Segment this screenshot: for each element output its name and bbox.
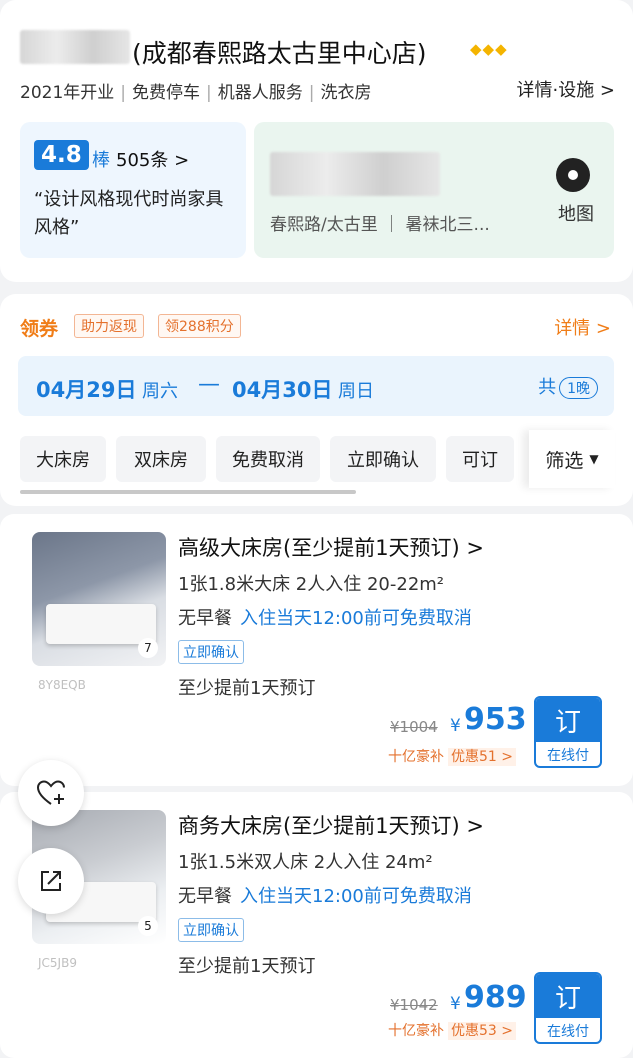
chip-king-bed[interactable]: 大床房 — [20, 436, 106, 482]
chip-twin-bed[interactable]: 双床房 — [116, 436, 206, 482]
night-count: 共 1晚 — [538, 373, 598, 399]
pay-online-label: 在线付 — [547, 748, 589, 764]
room-name[interactable]: 高级大床房(至少提前1天预订) > — [178, 532, 484, 562]
checkout-date: 04月30日 — [232, 378, 333, 402]
room-spec: 1张1.8米大床 2人入住 20-22m² — [178, 574, 445, 595]
tag-opened: 2021年开业 — [20, 83, 115, 103]
room-policy: 无早餐 入住当天12:00前可免费取消 — [178, 882, 472, 908]
facilities-link[interactable]: 详情·设施 > — [516, 76, 615, 102]
tag-robot: 机器人服务 — [217, 83, 303, 103]
review-quote: “设计风格现代时尚家具风格” — [34, 189, 224, 238]
blurred-hotel-name — [20, 30, 130, 64]
subsidy-label: 十亿豪补 — [388, 1023, 444, 1039]
room-spec: 1张1.5米双人床 2人入住 24m² — [178, 852, 433, 873]
discount-label: 优惠51 > — [448, 748, 516, 766]
subsidy-label: 十亿豪补 — [388, 749, 444, 765]
rating-grade: 棒 — [92, 150, 110, 171]
cancel-policy: 入住当天12:00前可免费取消 — [240, 608, 472, 629]
heart-plus-icon — [36, 780, 65, 805]
advance-booking-note: 至少提前1天预订 — [178, 678, 316, 699]
location-text: 春熙路/太古里 ｜ 暑袜北三... — [270, 215, 490, 235]
book-button[interactable]: 订 在线付 — [534, 972, 602, 1044]
share-button[interactable] — [18, 848, 84, 914]
room-policy: 无早餐 入住当天12:00前可免费取消 — [178, 604, 472, 630]
night-pill: 1晚 — [559, 377, 598, 399]
instant-confirm-badge: 立即确认 — [178, 640, 244, 664]
rating-score: 4.8 — [34, 140, 89, 170]
original-price: ¥1042 — [390, 996, 438, 1014]
room-code: JC5JB9 — [38, 956, 77, 970]
pay-online-label: 在线付 — [547, 1024, 589, 1040]
room-code: 8Y8EQB — [38, 678, 86, 692]
advance-booking-note: 至少提前1天预订 — [178, 956, 316, 977]
current-price: 989 — [464, 980, 527, 1015]
chip-available[interactable]: 可订 — [446, 436, 514, 482]
current-price: 953 — [464, 702, 527, 737]
hotel-tags: 2021年开业 | 免费停车 | 机器人服务 | 洗衣房 — [20, 83, 372, 103]
breakfast-info: 无早餐 — [178, 886, 232, 907]
map-panel[interactable]: 春熙路/太古里 ｜ 暑袜北三... 地图 — [254, 122, 614, 258]
currency-symbol: ¥ — [450, 994, 461, 1014]
book-label: 订 — [536, 698, 600, 742]
book-button[interactable]: 订 在线付 — [534, 696, 602, 768]
photo-count: 7 — [138, 638, 158, 658]
book-label: 订 — [536, 974, 600, 1018]
rating-panel[interactable]: 4.8 棒 505条 > “设计风格现代时尚家具风格” — [20, 122, 246, 258]
filter-label: 筛选 — [545, 449, 584, 472]
filter-button[interactable]: 筛选 ▼ — [529, 430, 615, 488]
hotel-title: (成都春熙路太古里中心店) — [132, 39, 427, 68]
room-name[interactable]: 商务大床房(至少提前1天预订) > — [178, 810, 484, 840]
night-prefix: 共 — [538, 377, 557, 398]
discount-label: 优惠53 > — [448, 1022, 516, 1040]
tag-parking: 免费停车 — [132, 83, 200, 103]
room-card[interactable]: 7 8Y8EQB 高级大床房(至少提前1天预订) > 1张1.8米大床 2人入住… — [0, 514, 633, 786]
original-price: ¥1004 — [390, 718, 438, 736]
checkout-weekday: 周日 — [338, 381, 374, 402]
cancel-policy: 入住当天12:00前可免费取消 — [240, 886, 472, 907]
favorite-button[interactable] — [18, 760, 84, 826]
coupon-tag-cashback[interactable]: 助力返现 — [74, 314, 144, 338]
blurred-address — [270, 152, 440, 196]
coupon-tag-points[interactable]: 领288积分 — [158, 314, 241, 338]
tag-laundry: 洗衣房 — [320, 83, 372, 103]
instant-confirm-badge: 立即确认 — [178, 918, 244, 942]
share-icon — [41, 871, 61, 891]
review-count: 505条 > — [116, 150, 190, 171]
chip-scrollbar[interactable] — [20, 490, 356, 494]
coupon-details-link[interactable]: 详情 > — [554, 314, 611, 340]
checkin-weekday: 周六 — [142, 381, 178, 402]
date-separator: — — [198, 372, 220, 397]
bed-graphic — [46, 604, 156, 644]
map-pin-icon — [556, 158, 590, 192]
diamond-rating-icon: ◆◆◆ — [470, 40, 508, 58]
hotel-header-card: (成都春熙路太古里中心店) ◆◆◆ 2021年开业 | 免费停车 | 机器人服务 | 洗衣房… — [0, 0, 633, 282]
chip-instant-confirm[interactable]: 立即确认 — [330, 436, 436, 482]
map-label: 地图 — [558, 204, 594, 225]
photo-count: 5 — [138, 916, 158, 936]
room-photo[interactable]: 7 — [32, 532, 166, 666]
date-selector[interactable]: 04月29日 周六 — 04月30日 周日 共 1晚 — [18, 356, 614, 416]
room-card[interactable]: 5 JC5JB9 商务大床房(至少提前1天预订) > 1张1.5米双人床 2人入… — [0, 792, 633, 1058]
coupon-label[interactable]: 领券 — [20, 314, 58, 341]
subsidy-info[interactable]: 十亿豪补 优惠53 > — [388, 1020, 516, 1040]
caret-down-icon: ▼ — [589, 452, 599, 466]
chip-free-cancel[interactable]: 免费取消 — [216, 436, 320, 482]
breakfast-info: 无早餐 — [178, 608, 232, 629]
currency-symbol: ¥ — [450, 716, 461, 736]
subsidy-info[interactable]: 十亿豪补 优惠51 > — [388, 746, 516, 766]
checkin-date: 04月29日 — [36, 378, 137, 402]
booking-card: 领券 助力返现 领288积分 详情 > 04月29日 周六 — 04月30日 周… — [0, 294, 633, 506]
